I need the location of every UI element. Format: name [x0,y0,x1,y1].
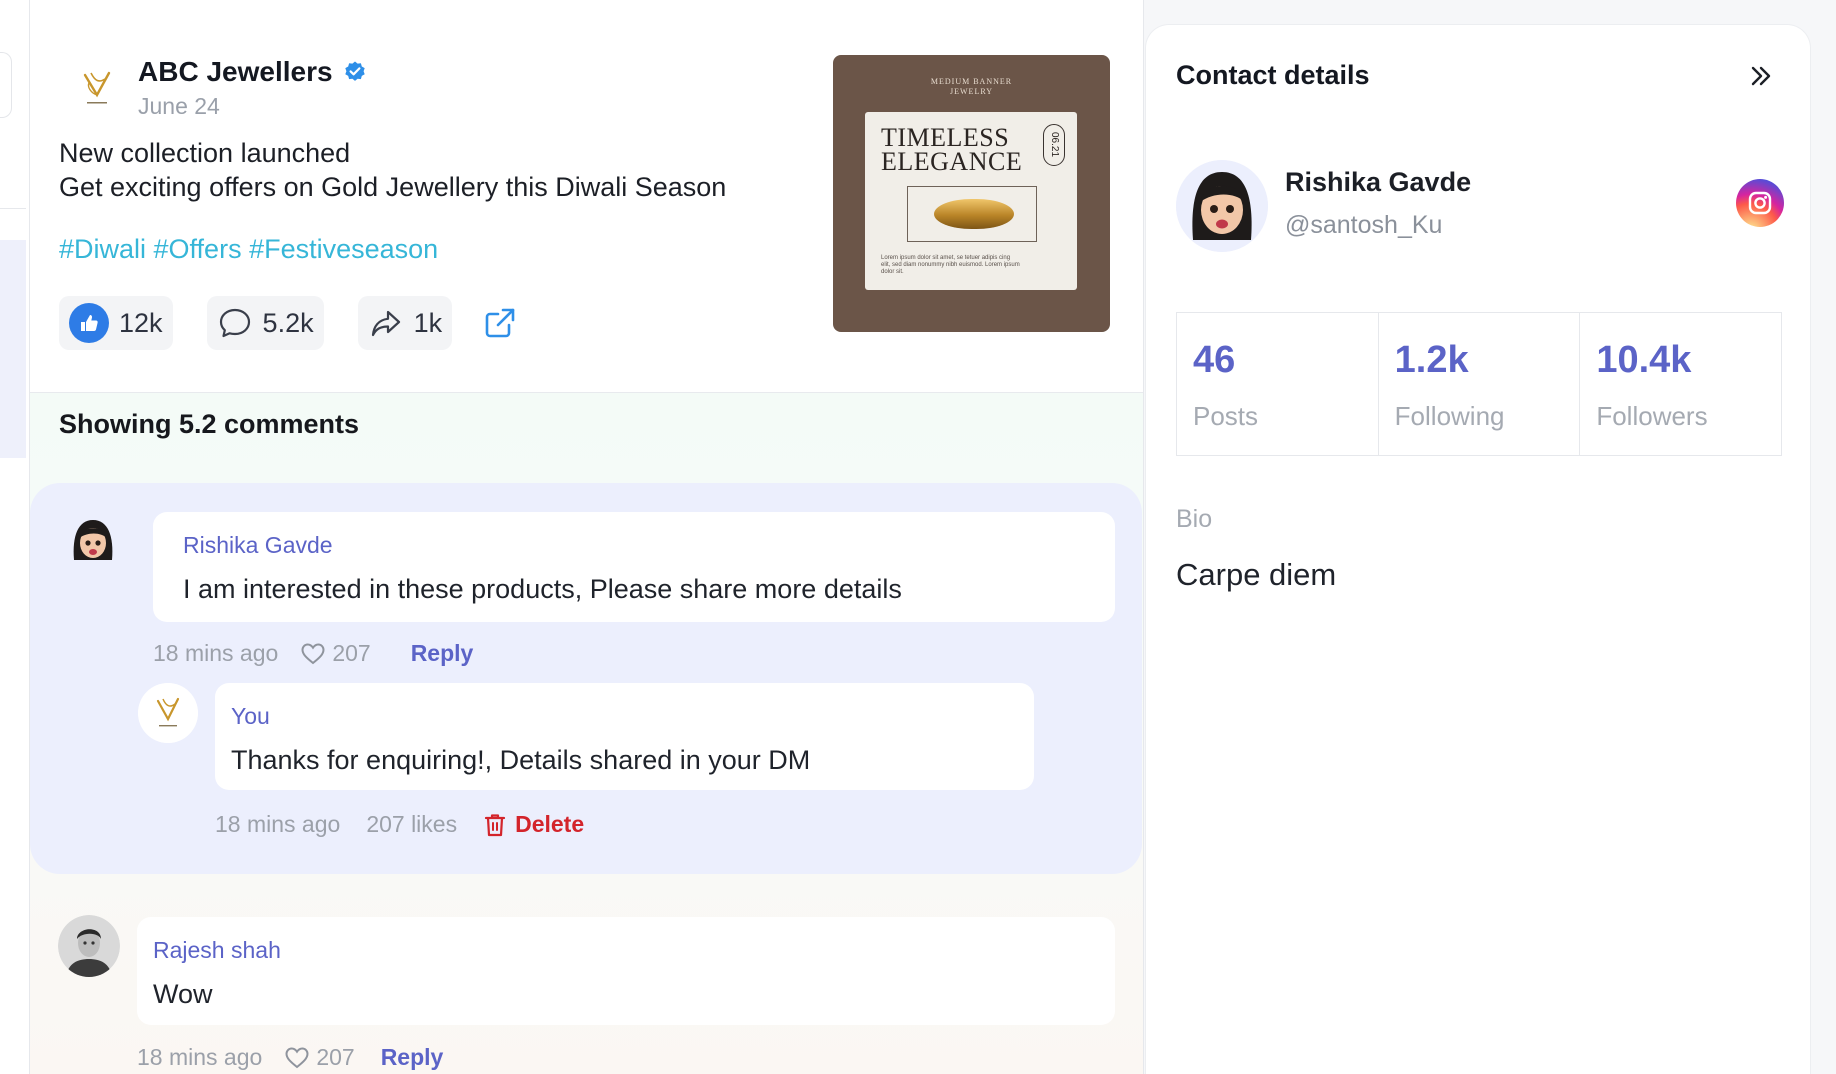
banner-foot-text: Lorem ipsum dolor sit amet, se tetuer ad… [881,255,1020,275]
avatar-girl-icon [1176,160,1268,252]
collapse-panel-button[interactable] [1746,61,1776,91]
comment-likes: 207 [332,640,371,666]
external-link-button[interactable] [480,303,520,343]
contact-details-title: Contact details [1176,60,1370,90]
contact-details-pane: Contact details Rishika Gavde @santosh_K… [1145,24,1811,1074]
delete-button[interactable]: Delete [483,811,584,838]
external-link-icon [485,308,515,338]
reply-button[interactable]: Reply [381,1044,444,1071]
banner-top-text: MEDIUM BANNER JEWELRY [833,77,1110,97]
bio-text: Carpe diem [1176,557,1337,592]
comment-time: 18 mins ago [153,640,279,666]
banner-top-line: JEWELRY [950,87,993,96]
comment-time: 18 mins ago [137,1044,263,1070]
banner-title: TIMELESS ELEGANCE [881,125,1023,176]
comments-count: 5.2k [262,307,314,338]
brand-name-text: ABC Jewellers [138,56,333,87]
comment-likes: 207 [316,1044,355,1070]
comment-author[interactable]: Rishika Gavde [183,532,333,559]
divider [0,208,26,209]
banner-title-line: ELEGANCE [881,147,1023,176]
contact-avatar [1176,160,1268,252]
banner-top-line: MEDIUM BANNER [930,77,1013,86]
post-engagement-bar: 12k 5.2k 1k [59,296,520,350]
stat-value: 10.4k [1596,339,1692,381]
post-caption-line: Get exciting offers on Gold Jewellery th… [59,172,727,202]
reply-likes: 207 likes [366,811,458,837]
avatar [138,683,198,743]
app-page: ABC Jewellers June 24 New collection lau… [0,0,1836,1074]
comments-heading: Showing 5.2 comments [59,409,360,439]
stat-label: Followers [1596,401,1708,431]
reply-time: 18 mins ago [215,811,341,837]
chevrons-right-icon [1751,66,1771,86]
avatar[interactable] [58,915,120,977]
comments-button[interactable]: 5.2k [206,296,324,350]
post-image[interactable]: MEDIUM BANNER JEWELRY TIMELESS ELEGANCE … [833,55,1110,332]
avatar-girl-icon [64,512,122,570]
comment-author[interactable]: Rajesh shah [153,937,281,964]
shares-button[interactable]: 1k [357,296,453,350]
stat-value: 1.2k [1394,339,1469,381]
avatar-man-icon [58,915,120,977]
reply-button[interactable]: Reply [411,640,474,667]
comment-text: Wow [153,979,213,1009]
bio-label: Bio [1176,505,1213,533]
stat-label: Following [1394,401,1505,431]
like-icon [69,303,109,343]
post-caption-line: New collection launched [59,138,351,168]
verified-icon [344,61,365,81]
heart-icon[interactable] [284,1046,310,1070]
reply-text: Thanks for enquiring!, Details shared in… [231,745,811,775]
list-item-edge[interactable] [0,52,12,118]
post-date: June 24 [138,93,220,119]
stat-posts: 46 Posts [1177,313,1379,455]
contact-stats: 46 Posts 1.2k Following 10.4k Followers [1176,312,1782,456]
stat-value: 46 [1193,339,1236,381]
comment-meta: 18 mins ago 207 Reply [137,1044,443,1071]
contact-name: Rishika Gavde [1285,167,1472,197]
avatar[interactable] [64,512,122,570]
post-pane: ABC Jewellers June 24 New collection lau… [30,0,1144,1074]
comment-card [153,512,1115,622]
stat-following: 1.2k Following [1379,313,1581,455]
stat-followers: 10.4k Followers [1580,313,1781,455]
comment-icon [219,308,250,338]
likes-count: 12k [119,307,163,338]
gold-ring-image [934,199,1014,229]
heart-icon[interactable] [300,642,326,666]
likes-button[interactable]: 12k [59,296,173,350]
selected-list-item-edge[interactable] [0,240,26,458]
delete-label: Delete [515,811,585,837]
contact-handle: @santosh_Ku [1285,211,1443,239]
left-list-pane [0,0,30,1074]
banner-date-tag: 06.21 [1043,124,1065,166]
comment-text: I am interested in these products, Pleas… [183,574,902,604]
trash-icon [484,813,506,836]
banner-ring-frame [907,186,1037,242]
comment-card [137,917,1115,1025]
reply-meta: 18 mins ago 207 likes Delete [215,811,584,838]
instagram-icon[interactable] [1736,179,1784,227]
banner-card: TIMELESS ELEGANCE 06.21 Lorem ipsum dolo… [865,112,1077,290]
reply-author: You [231,703,270,729]
post-header: ABC Jewellers June 24 New collection lau… [30,0,1143,393]
brand-name[interactable]: ABC Jewellers [138,56,367,88]
share-icon [371,310,400,337]
comment-meta: 18 mins ago 207 Reply [153,640,473,667]
post-hashtags[interactable]: #Diwali #Offers #Festiveseason [59,234,438,265]
brand-logo [68,58,126,116]
stat-label: Posts [1193,401,1259,431]
post-caption: New collection launched Get exciting off… [59,136,726,204]
shares-count: 1k [413,307,443,338]
brand-logo-icon [83,71,111,104]
brand-logo-icon [138,683,198,743]
